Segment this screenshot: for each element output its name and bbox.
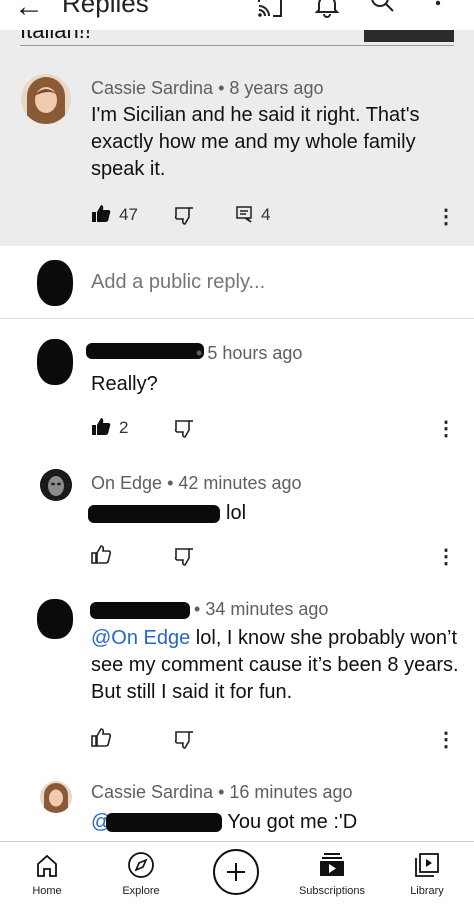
thumbs-down-icon[interactable] bbox=[174, 547, 194, 567]
comment-body: You got me :'D bbox=[227, 811, 358, 833]
top-app-bar: ← Replies bbox=[0, 0, 474, 30]
highlighted-reply: Cassie Sardina • 8 years ago I'm Sicilia… bbox=[0, 48, 474, 246]
comment-menu-icon[interactable]: ⋮ bbox=[436, 727, 456, 752]
nav-library-label: Library bbox=[410, 885, 444, 897]
avatar bbox=[37, 260, 73, 306]
comment-meta: Cassie Sardina • 8 years ago bbox=[91, 78, 323, 99]
comment-actions bbox=[91, 545, 291, 567]
timestamp: 8 years ago bbox=[229, 78, 324, 98]
divider bbox=[20, 45, 454, 46]
avatar[interactable] bbox=[40, 469, 72, 501]
comment-menu-icon[interactable]: ⋮ bbox=[436, 204, 456, 229]
redacted-mention bbox=[88, 505, 220, 523]
list-item: On Edge • 42 minutes ago lol ⋮ bbox=[0, 449, 474, 589]
redaction-mark bbox=[106, 813, 222, 832]
avatar[interactable] bbox=[40, 781, 72, 813]
list-item: Cassie Sardina • 16 minutes ago @ You got… bbox=[0, 769, 474, 841]
timestamp: 34 minutes ago bbox=[205, 599, 329, 619]
reply-icon[interactable] bbox=[235, 205, 253, 223]
mention-link[interactable]: @On Edge bbox=[91, 627, 190, 649]
comment-text: lol bbox=[226, 502, 247, 524]
home-icon bbox=[37, 854, 57, 877]
comment-text: I'm Sicilian and he said it right. That'… bbox=[91, 104, 420, 180]
page-title: Replies bbox=[62, 0, 149, 18]
thumbs-down-icon[interactable] bbox=[174, 419, 194, 439]
timestamp: 16 minutes ago bbox=[229, 782, 353, 802]
library-icon bbox=[415, 853, 439, 877]
nav-explore-label: Explore bbox=[122, 885, 160, 897]
parent-comment-tail: Italian!! bbox=[0, 30, 474, 48]
meta-separator: • bbox=[196, 343, 203, 363]
add-reply-row: Add a public reply... bbox=[0, 246, 474, 318]
comment-meta: Cassie Sardina • 16 minutes ago bbox=[91, 782, 353, 803]
meta-separator: • bbox=[218, 782, 225, 802]
nav-subscriptions-label: Subscriptions bbox=[298, 885, 366, 897]
video-thumbnail[interactable] bbox=[364, 30, 454, 42]
comment-menu-icon[interactable]: ⋮ bbox=[436, 416, 456, 441]
avatar[interactable] bbox=[21, 74, 71, 124]
thumbs-up-filled-icon[interactable] bbox=[91, 204, 111, 224]
bottom-nav: Home Explore Subscriptions Library bbox=[0, 841, 474, 924]
add-button[interactable] bbox=[213, 849, 259, 895]
back-arrow-icon[interactable]: ← bbox=[14, 0, 44, 24]
reply-count: 4 bbox=[261, 205, 271, 224]
like-count: 2 bbox=[119, 418, 129, 437]
comment-text: Really? bbox=[91, 373, 158, 395]
bell-icon[interactable] bbox=[313, 0, 341, 20]
meta-separator: • bbox=[218, 78, 225, 98]
thumbs-down-icon[interactable] bbox=[174, 206, 194, 226]
comment-actions bbox=[91, 728, 291, 750]
comment-meta: • 5 hours ago bbox=[196, 343, 302, 364]
more-vertical-icon[interactable] bbox=[424, 0, 452, 20]
author-name[interactable]: Cassie Sardina bbox=[91, 782, 213, 802]
search-icon[interactable] bbox=[368, 0, 396, 20]
redacted-author bbox=[90, 602, 190, 619]
subscriptions-icon bbox=[320, 853, 344, 876]
add-reply-input[interactable]: Add a public reply... bbox=[91, 271, 265, 294]
list-item: • 5 hours ago Really? 2 ⋮ bbox=[0, 319, 474, 449]
timestamp: 42 minutes ago bbox=[178, 473, 302, 493]
author-name[interactable]: On Edge bbox=[91, 473, 162, 493]
timestamp: 5 hours ago bbox=[207, 343, 303, 363]
thumbs-down-icon[interactable] bbox=[174, 730, 194, 750]
meta-separator: • bbox=[167, 473, 174, 493]
thumbs-up-icon[interactable] bbox=[91, 728, 111, 748]
comment-actions: 2 bbox=[91, 417, 291, 439]
comment-meta: On Edge • 42 minutes ago bbox=[91, 473, 302, 494]
thumbs-up-icon[interactable] bbox=[91, 545, 111, 565]
redacted-author bbox=[86, 343, 204, 359]
comment-actions: 47 4 bbox=[91, 204, 291, 226]
comment-meta: • 34 minutes ago bbox=[194, 599, 328, 620]
compass-icon bbox=[128, 852, 154, 878]
comment-menu-icon[interactable]: ⋮ bbox=[436, 544, 456, 569]
thumbs-up-filled-icon[interactable] bbox=[91, 417, 111, 437]
avatar[interactable] bbox=[37, 599, 73, 639]
comment-text: @On Edge lol, I know she probably won’t … bbox=[91, 625, 463, 706]
like-count: 47 bbox=[119, 205, 138, 224]
parent-comment-text: Italian!! bbox=[20, 30, 91, 43]
cast-icon[interactable] bbox=[256, 0, 284, 20]
list-item: • 34 minutes ago @On Edge lol, I know sh… bbox=[0, 589, 474, 769]
meta-separator: • bbox=[194, 599, 201, 619]
add-icon bbox=[227, 863, 245, 881]
author-name[interactable]: Cassie Sardina bbox=[91, 78, 213, 98]
nav-home-label: Home bbox=[32, 885, 62, 897]
avatar[interactable] bbox=[37, 339, 73, 385]
